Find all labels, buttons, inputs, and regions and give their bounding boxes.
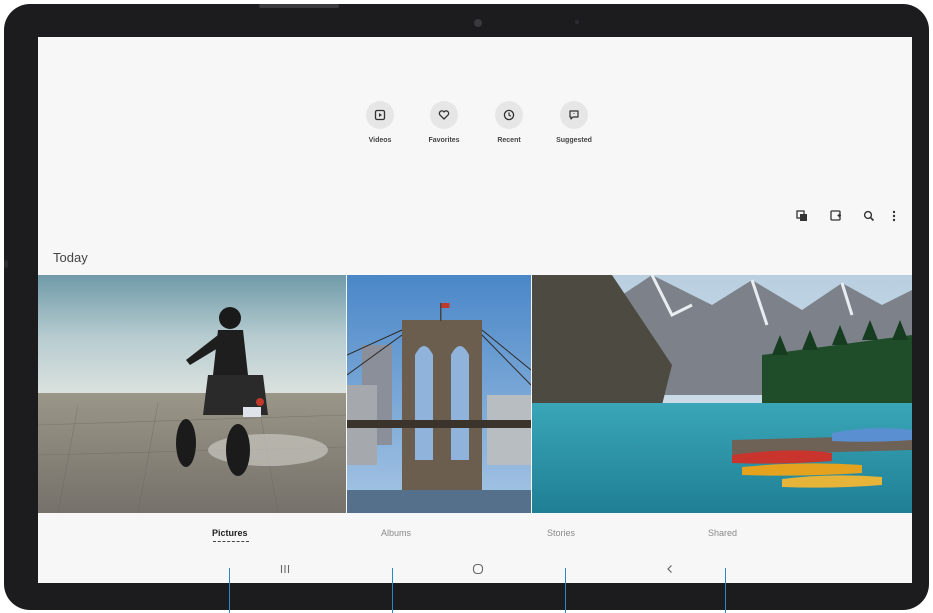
active-tab-indicator bbox=[213, 541, 249, 542]
back-icon[interactable] bbox=[664, 562, 676, 580]
callout-line-pictures bbox=[229, 568, 230, 613]
quick-videos[interactable]: Videos bbox=[345, 101, 415, 144]
more-options-icon[interactable] bbox=[887, 209, 901, 223]
tab-stories[interactable]: Stories bbox=[547, 528, 575, 538]
home-icon[interactable] bbox=[472, 562, 484, 580]
quick-suggested-label: Suggested bbox=[556, 137, 592, 144]
photo-lake[interactable] bbox=[532, 275, 912, 513]
section-title-today: Today bbox=[53, 250, 88, 265]
light-sensor bbox=[575, 20, 579, 24]
quick-recent-label: Recent bbox=[497, 137, 521, 144]
callout-line-shared bbox=[725, 568, 726, 613]
quick-favorites-label: Favorites bbox=[428, 137, 460, 144]
photo-bridge[interactable] bbox=[347, 275, 531, 513]
front-camera bbox=[474, 19, 482, 27]
clock-icon bbox=[495, 101, 523, 129]
side-sensor bbox=[4, 260, 8, 268]
quick-favorites[interactable]: Favorites bbox=[409, 101, 479, 144]
quick-suggested[interactable]: Suggested bbox=[539, 101, 609, 144]
select-icon[interactable] bbox=[795, 209, 809, 223]
callout-line-albums bbox=[392, 568, 393, 613]
photo-grid bbox=[38, 275, 912, 513]
suggestion-bubble-icon bbox=[560, 101, 588, 129]
power-button bbox=[259, 4, 339, 8]
callout-line-stories bbox=[565, 568, 566, 613]
play-square-icon bbox=[366, 101, 394, 129]
quick-videos-label: Videos bbox=[368, 137, 392, 144]
quick-recent[interactable]: Recent bbox=[474, 101, 544, 144]
tab-albums[interactable]: Albums bbox=[381, 528, 411, 538]
photo-motorcycle[interactable] bbox=[38, 275, 346, 513]
recent-apps-icon[interactable] bbox=[279, 562, 291, 580]
search-icon[interactable] bbox=[862, 209, 876, 223]
add-photo-icon[interactable] bbox=[829, 209, 843, 223]
heart-icon bbox=[430, 101, 458, 129]
tab-pictures[interactable]: Pictures bbox=[212, 528, 248, 538]
gallery-screen: Videos Favorites Recent Suggested Today bbox=[38, 37, 912, 583]
tab-shared[interactable]: Shared bbox=[708, 528, 737, 538]
